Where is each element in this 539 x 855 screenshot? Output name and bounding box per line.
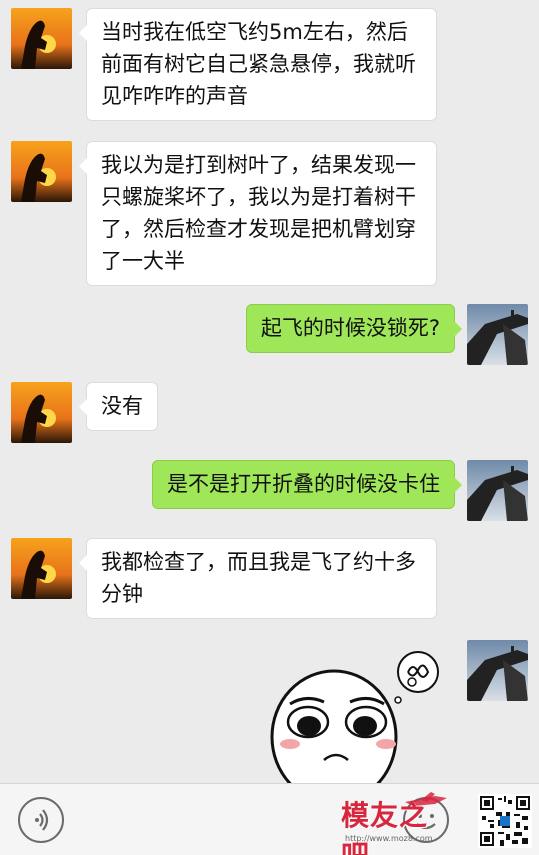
message-text: 我都检查了，而且我是飞了约十多分钟 [101, 550, 416, 606]
input-toolbar: 模友之吧 http://www.moz8.com [0, 783, 539, 855]
qr-code [478, 794, 532, 848]
message-bubble-outgoing[interactable]: 起飞的时候没锁死? [245, 304, 463, 353]
site-watermark: 模友之吧 http://www.moz8.com [335, 792, 450, 855]
worried-face-sticker[interactable] [262, 642, 442, 783]
contact-avatar[interactable] [11, 141, 72, 202]
my-avatar[interactable] [467, 304, 528, 365]
voice-icon [35, 809, 49, 831]
contact-avatar[interactable] [11, 8, 72, 69]
watermark-text: 模友之吧 [341, 799, 429, 855]
voice-button[interactable] [18, 797, 64, 843]
message-text: 是不是打开折叠的时候没卡住 [167, 472, 440, 496]
message-text: 我以为是打到树叶了，结果发现一只螺旋桨坏了，我以为是打着树干了，然后检查才发现是… [101, 153, 416, 273]
message-text: 没有 [101, 394, 143, 418]
contact-avatar[interactable] [11, 538, 72, 599]
chat-area[interactable]: 当时我在低空飞约5m左右，然后前面有树它自己紧急悬停，我就听见咋咋咋的声音 我以… [0, 0, 539, 783]
message-text: 起飞的时候没锁死? [260, 316, 440, 340]
my-avatar[interactable] [467, 640, 528, 701]
message-bubble-incoming[interactable]: 我都检查了，而且我是飞了约十多分钟 [79, 538, 437, 619]
watermark-url: http://www.moz8.com [345, 834, 433, 843]
message-bubble-incoming[interactable]: 没有 [79, 382, 158, 431]
contact-avatar[interactable] [11, 382, 72, 443]
message-bubble-outgoing[interactable]: 是不是打开折叠的时候没卡住 [152, 460, 462, 509]
my-avatar[interactable] [467, 460, 528, 521]
message-text: 当时我在低空飞约5m左右，然后前面有树它自己紧急悬停，我就听见咋咋咋的声音 [101, 20, 416, 108]
message-bubble-incoming[interactable]: 我以为是打到树叶了，结果发现一只螺旋桨坏了，我以为是打着树干了，然后检查才发现是… [79, 141, 437, 286]
message-bubble-incoming[interactable]: 当时我在低空飞约5m左右，然后前面有树它自己紧急悬停，我就听见咋咋咋的声音 [79, 8, 437, 121]
